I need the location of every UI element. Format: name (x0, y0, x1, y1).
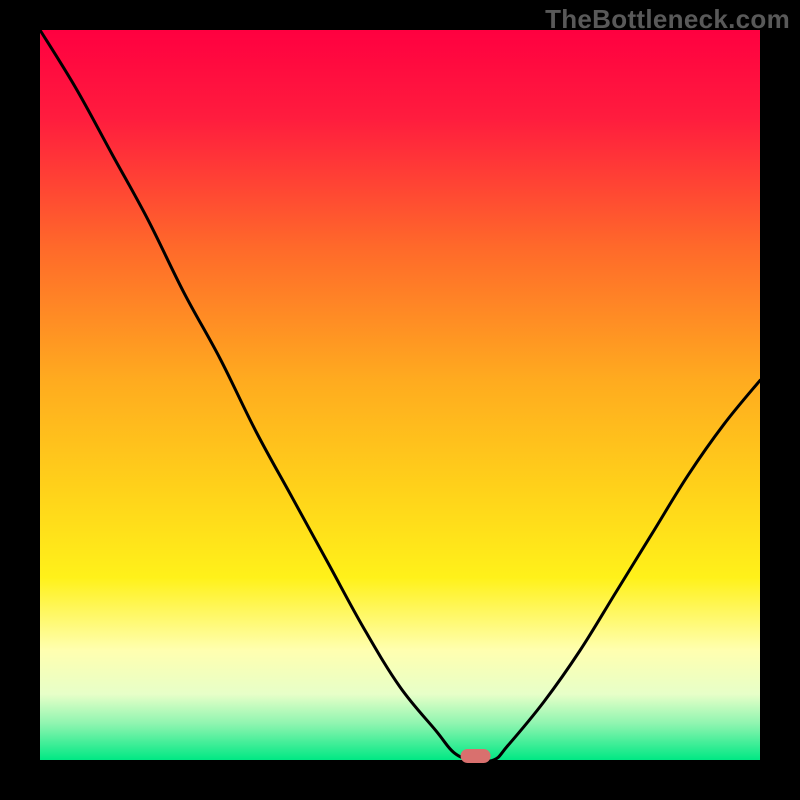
bottleneck-plot (0, 0, 800, 800)
gradient-background (40, 30, 760, 760)
chart-container: TheBottleneck.com (0, 0, 800, 800)
sweet-spot-marker (461, 749, 491, 763)
watermark-text: TheBottleneck.com (545, 4, 790, 35)
